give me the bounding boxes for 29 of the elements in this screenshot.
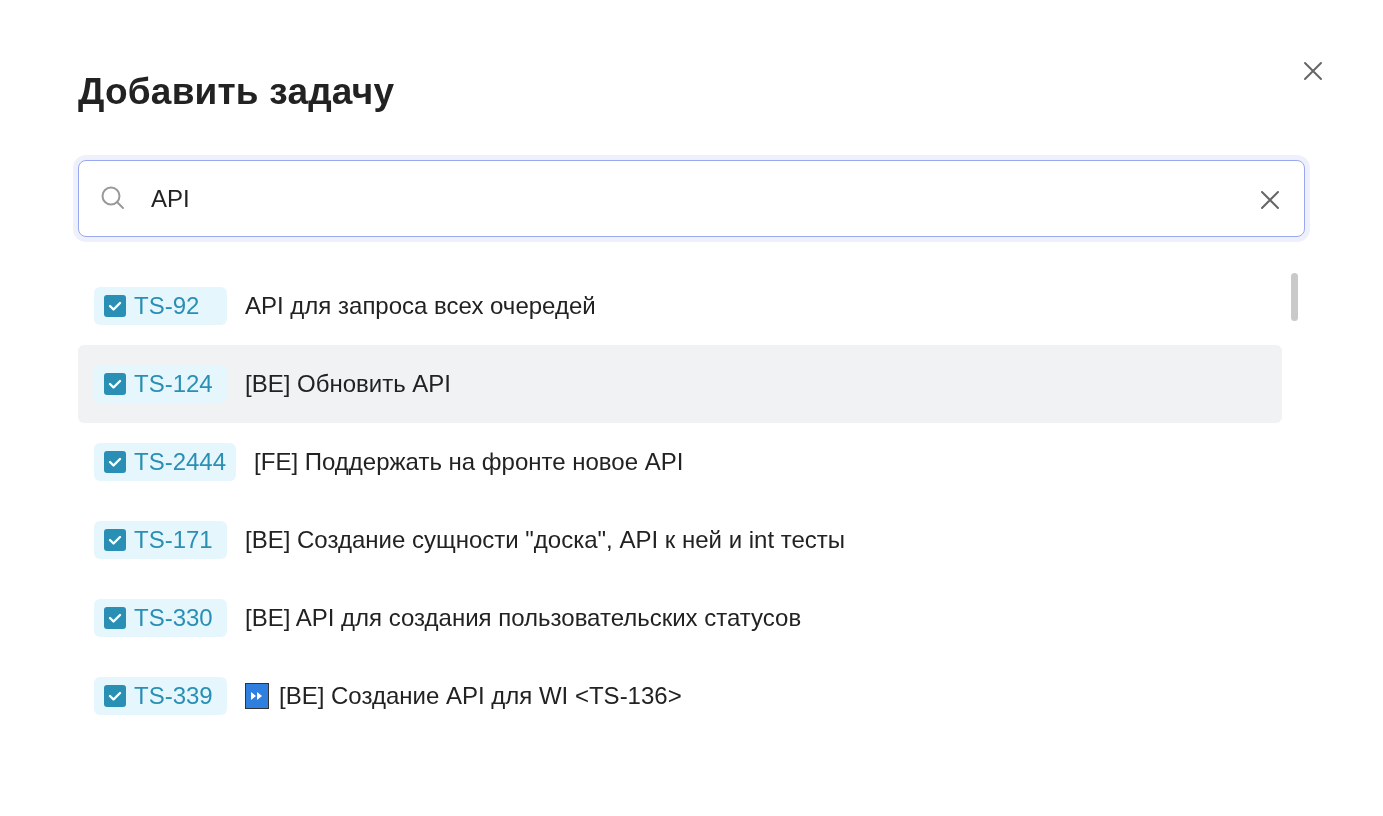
result-row[interactable]: TS-339 [BE] Создание API для WI <TS-136> xyxy=(78,657,1282,736)
key-text: TS-2444 xyxy=(134,447,227,478)
result-row[interactable]: TS-171 [BE] Создание сущности "доска", API к ней и int тесты xyxy=(78,501,1282,580)
task-title: [BE] Обновить API xyxy=(245,369,452,400)
task-title: [BE] Создание сущности "доска", API к ней и int тесты xyxy=(245,525,846,556)
result-row[interactable]: TS-330 [BE] API для создания пользовательских статусов xyxy=(78,579,1282,658)
task-title: API для запроса всех очередей xyxy=(245,291,596,322)
dialog-title: Добавить задачу xyxy=(78,70,396,114)
key-text: TS-171 xyxy=(134,525,213,556)
search-field[interactable]: API xyxy=(78,160,1305,238)
scrollbar-thumb[interactable] xyxy=(1291,273,1298,322)
key-text: TS-339 xyxy=(134,681,213,712)
result-row[interactable]: TS-124 [BE] Обновить API xyxy=(78,345,1282,424)
task-title: [FE] Поддержать на фронте новое API xyxy=(254,447,684,478)
result-row[interactable]: TS-92 API для запроса всех очередей xyxy=(78,267,1282,346)
checkbox[interactable] xyxy=(104,451,126,474)
key-text: TS-330 xyxy=(134,603,213,634)
result-row[interactable]: TS-2444 [FE] Поддержать на фронте новое API xyxy=(78,423,1282,502)
checkbox[interactable] xyxy=(104,295,126,318)
task-title: [BE] Создание API для WI <TS-136> xyxy=(279,681,682,712)
checkbox[interactable] xyxy=(104,607,126,630)
key-text: TS-124 xyxy=(134,369,213,400)
checkbox[interactable] xyxy=(104,529,126,552)
checkbox[interactable] xyxy=(104,373,126,396)
fast-forward-icon xyxy=(245,683,269,710)
key-text: TS-92 xyxy=(134,291,200,322)
search-icon xyxy=(100,185,126,212)
checkbox[interactable] xyxy=(104,685,126,708)
task-title: [BE] API для создания пользовательских статусов xyxy=(245,603,802,634)
